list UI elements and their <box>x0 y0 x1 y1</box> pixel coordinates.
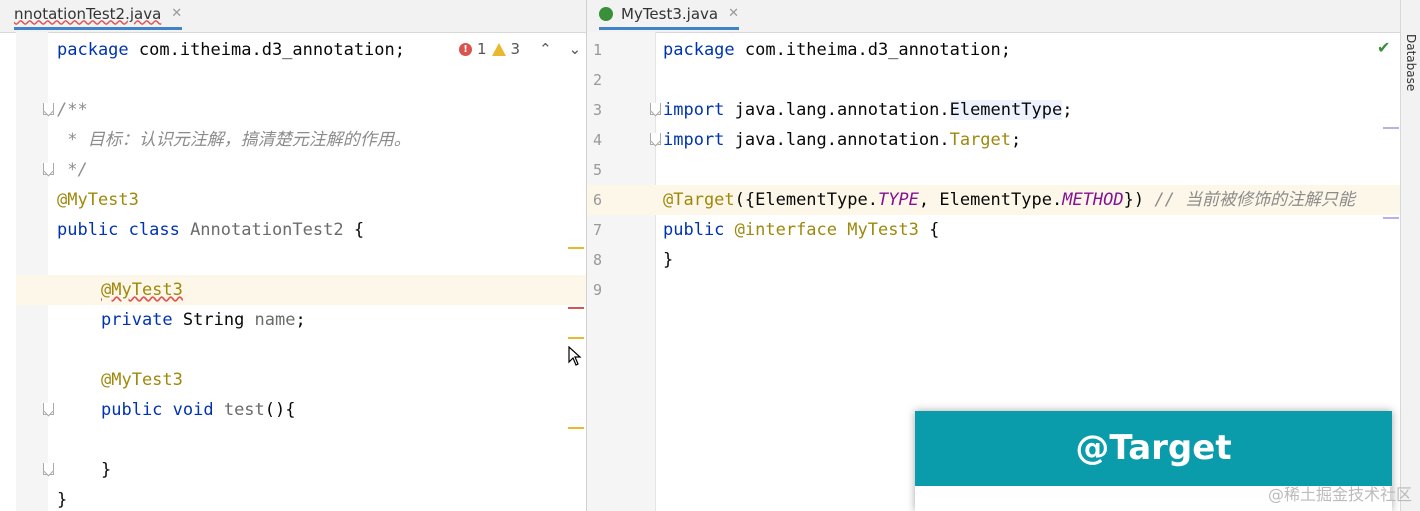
line-number: 6 <box>593 191 603 209</box>
code-line[interactable]: /** <box>57 95 88 125</box>
left-tab-bar: nnotationTest2.java ✕ <box>0 0 586 33</box>
watermark: @稀土掘金技术社区 <box>1267 485 1412 504</box>
code-line[interactable]: @MyTest3 <box>101 275 183 305</box>
line-number: 8 <box>593 251 603 269</box>
usage-stripe-marker[interactable] <box>1383 127 1399 129</box>
tab-mytest3[interactable]: MyTest3.java ✕ <box>599 0 740 30</box>
fold-icon[interactable] <box>43 103 54 115</box>
code-line[interactable]: import java.lang.annotation.Target; <box>663 125 1021 155</box>
usage-stripe-marker[interactable] <box>1383 217 1399 219</box>
line-number: 7 <box>593 221 603 239</box>
error-stripe-marker[interactable] <box>568 307 584 309</box>
inspection-widget[interactable]: ! 1 3 ⌃ ⌄ <box>459 40 581 58</box>
code-line[interactable]: } <box>101 455 111 485</box>
chevron-down-icon[interactable]: ⌄ <box>569 40 582 58</box>
fold-icon[interactable] <box>650 133 661 145</box>
card-title: @Target <box>915 411 1392 486</box>
error-icon: ! <box>459 42 472 56</box>
warning-stripe-marker[interactable] <box>568 247 584 249</box>
tab-annotation-test2[interactable]: nnotationTest2.java ✕ <box>14 0 183 30</box>
code-line[interactable]: @Target({ElementType.TYPE, ElementType.M… <box>663 185 1355 215</box>
code-line[interactable]: public class AnnotationTest2 { <box>57 215 364 245</box>
mouse-cursor-icon <box>568 346 582 366</box>
code-line[interactable]: } <box>57 485 67 511</box>
left-editor-pane: nnotationTest2.java ✕ ! 1 3 ⌃ ⌄ package … <box>0 0 586 511</box>
line-number: 5 <box>593 161 603 179</box>
code-line[interactable]: */ <box>57 155 87 185</box>
line-number: 3 <box>593 101 603 119</box>
code-line[interactable]: @MyTest3 <box>57 185 139 215</box>
tab-title: MyTest3.java <box>621 4 719 23</box>
fold-icon[interactable] <box>650 103 661 115</box>
code-line[interactable]: import java.lang.annotation.ElementType; <box>663 95 1072 125</box>
code-line[interactable]: package com.itheima.d3_annotation; <box>57 35 405 65</box>
fold-icon[interactable] <box>43 403 54 415</box>
java-class-icon <box>599 6 613 21</box>
tab-title: nnotationTest2.java <box>14 4 162 23</box>
warning-stripe-marker[interactable] <box>568 427 584 429</box>
code-line[interactable]: public @interface MyTest3 { <box>663 215 939 245</box>
code-line[interactable]: } <box>663 245 673 275</box>
code-line[interactable]: package com.itheima.d3_annotation; <box>663 35 1011 65</box>
warning-stripe-marker[interactable] <box>568 337 584 339</box>
code-line[interactable]: @MyTest3 <box>101 365 183 395</box>
right-tool-rail: Database <box>1400 0 1420 511</box>
fold-icon[interactable] <box>43 163 54 175</box>
warning-count: 3 <box>510 40 521 58</box>
code-line[interactable]: * 目标：认识元注解，搞清楚元注解的作用。 <box>57 125 410 155</box>
database-tool-button[interactable]: Database <box>1404 34 1418 104</box>
close-icon[interactable]: ✕ <box>728 6 739 21</box>
line-number: 2 <box>593 71 603 89</box>
fold-icon[interactable] <box>43 463 54 475</box>
right-tab-bar: MyTest3.java ✕ <box>587 0 1400 33</box>
warning-icon <box>491 42 506 56</box>
close-icon[interactable]: ✕ <box>171 6 182 21</box>
line-number: 9 <box>593 281 603 299</box>
code-line[interactable]: public void test(){ <box>101 395 296 425</box>
line-number: 1 <box>593 41 603 59</box>
check-icon: ✔ <box>1377 38 1391 57</box>
error-count: 1 <box>477 40 487 58</box>
code-line[interactable]: private String name; <box>101 305 306 335</box>
line-number: 4 <box>593 131 603 149</box>
chevron-up-icon[interactable]: ⌃ <box>539 40 552 58</box>
